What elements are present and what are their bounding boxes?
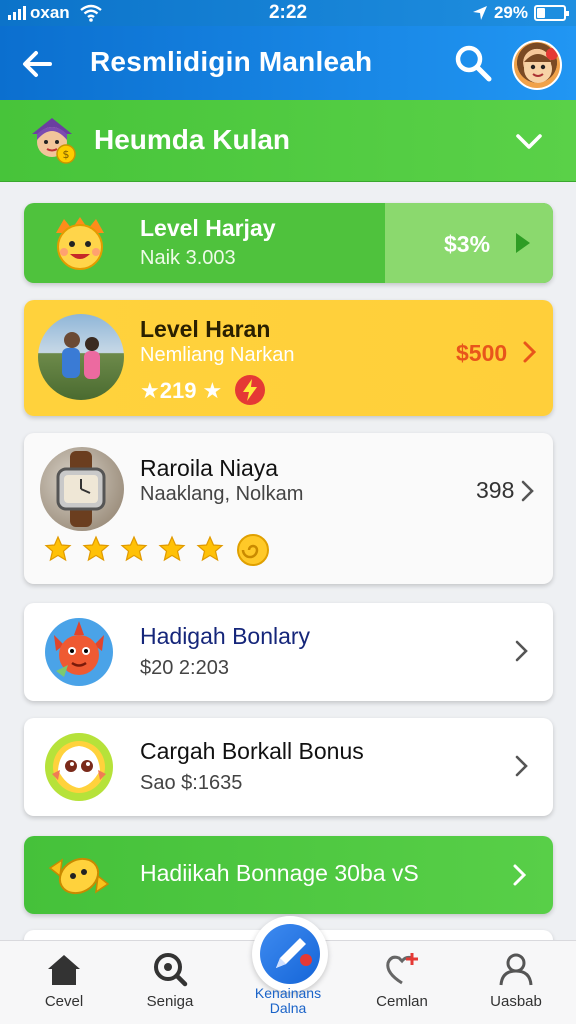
nav-label: Uasbab <box>490 993 542 1010</box>
home-icon <box>48 955 80 985</box>
page-title: Resmlidigin Manleah <box>90 46 373 77</box>
card-subtitle: Naaklang, Nolkam <box>140 483 304 505</box>
card-title: Raroila Niaya <box>140 455 279 481</box>
ghost-icon <box>45 733 113 801</box>
card-value: $500 <box>456 340 508 366</box>
card-title: Hadiikah Bonnage 30ba vS <box>140 860 419 886</box>
chevron-right-icon <box>515 640 528 662</box>
chevron-right-icon <box>513 864 527 886</box>
chevron-right-icon <box>515 755 528 777</box>
pen-icon <box>276 938 312 968</box>
list-item[interactable]: Raroila Niaya Naaklang, Nolkam 398 <box>24 433 553 584</box>
chevron-right-icon <box>523 341 537 363</box>
fish-icon <box>45 618 113 686</box>
star-icon <box>82 535 110 562</box>
nav-label: Cevel <box>44 993 84 1010</box>
star-rating <box>44 535 224 563</box>
list-item[interactable]: Hadigah Bonlary $20 2:203 <box>24 603 553 701</box>
status-bar: oxan 2:22 29% <box>0 0 576 26</box>
list-item[interactable]: Level Haran Nemliang Narkan ★219 ★ $500 <box>24 300 553 416</box>
card-title: Cargah Borkall Bonus <box>140 738 364 764</box>
status-right: 29% <box>472 3 569 23</box>
location-arrow-icon <box>472 6 487 20</box>
nav-center-inner <box>260 924 320 984</box>
search-icon <box>154 953 188 987</box>
nav-center-button[interactable] <box>252 916 328 992</box>
section-header[interactable]: $ Heumda Kulan <box>0 100 576 182</box>
couple-photo <box>38 314 124 400</box>
card-subtitle: Sao $:1635 <box>140 772 243 794</box>
battery-icon <box>534 5 569 21</box>
arrow-left-icon[interactable] <box>18 44 58 84</box>
star-icon <box>196 535 224 562</box>
nav-item-search[interactable]: Seniga <box>120 951 220 1010</box>
chevron-right-icon <box>521 480 534 502</box>
card-subtitle: Naik 3.003 <box>140 247 236 269</box>
list-item[interactable]: Cargah Borkall Bonus Sao $:1635 <box>24 718 553 816</box>
star-icon <box>120 535 148 562</box>
lightning-badge-icon <box>235 375 265 405</box>
battery-percent: 29% <box>493 3 528 22</box>
nav-label: Seniga <box>146 993 194 1010</box>
user-icon <box>499 953 533 986</box>
star-icon <box>158 535 186 562</box>
card-title: Hadigah Bonlary <box>140 623 311 649</box>
section-title: Heumda Kulan <box>94 124 291 155</box>
cartoon-avatar-icon <box>524 48 558 83</box>
star-icon <box>44 535 72 562</box>
list-item[interactable]: Hadiikah Bonnage 30ba vS <box>24 836 553 914</box>
card-value: 398 <box>476 477 515 503</box>
battery-fill <box>537 8 545 18</box>
app-bar: Resmlidigin Manleah <box>0 26 576 100</box>
character-icon: $ <box>32 118 76 164</box>
search-icon[interactable] <box>452 42 494 84</box>
avatar[interactable] <box>512 40 562 90</box>
play-arrow-icon <box>516 233 530 253</box>
card-title: Level Haran <box>140 316 271 342</box>
card-subtitle: Nemliang Narkan <box>140 344 295 366</box>
watch-photo <box>40 447 124 531</box>
nav-item-label-active[interactable]: Kenainans Dalna <box>238 986 338 1016</box>
nav-item-profile[interactable]: Uasbab <box>466 951 566 1010</box>
svg-text:$: $ <box>63 148 70 161</box>
card-title: Level Harjay <box>140 215 276 241</box>
candy-icon <box>48 857 110 895</box>
chevron-down-icon[interactable] <box>512 124 546 158</box>
card-value: $3% <box>444 231 491 257</box>
list-item[interactable]: Level Harjay Naik 3.003 $3% <box>24 203 553 283</box>
nav-item-home[interactable]: Cevel <box>14 951 114 1010</box>
nav-item-favorites[interactable]: Cemlan <box>352 951 452 1010</box>
nav-label: Cemlan <box>376 993 428 1010</box>
card-subtitle: $20 2:203 <box>140 657 229 679</box>
heart-plus-icon <box>386 953 418 985</box>
cartoon-face-icon <box>56 217 104 270</box>
rating-text: ★219 ★ <box>140 378 223 403</box>
coin-spiral-icon <box>237 534 269 566</box>
